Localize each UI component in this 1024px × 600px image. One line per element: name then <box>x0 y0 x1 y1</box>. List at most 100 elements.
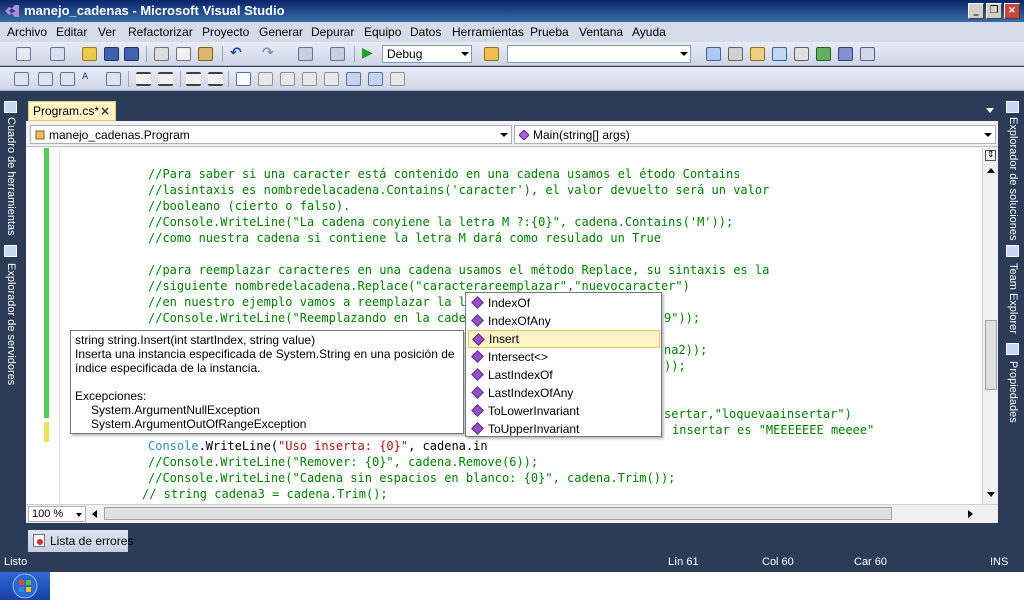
properties-tab[interactable]: Propiedades <box>1007 361 1019 423</box>
menu-editar[interactable]: Editar <box>56 25 87 39</box>
scroll-left-icon[interactable] <box>92 510 97 518</box>
open-folder-icon[interactable] <box>82 47 97 61</box>
chevron-down-icon[interactable] <box>986 108 994 113</box>
copy-icon[interactable] <box>176 47 191 61</box>
close-icon[interactable]: × <box>100 104 110 118</box>
find-combo[interactable] <box>507 45 691 63</box>
save-all-icon[interactable] <box>124 47 139 61</box>
menu-herramientas[interactable]: Herramientas <box>452 25 524 39</box>
error-list-icon <box>33 534 45 547</box>
menu-refactorizar[interactable]: Refactorizar <box>128 25 193 39</box>
tab-program-cs[interactable]: Program.cs* × <box>28 101 116 121</box>
completion-item[interactable]: LastIndexOf <box>468 366 660 384</box>
completion-item[interactable]: ToLowerInvariant <box>468 402 660 420</box>
menu-ventana[interactable]: Ventana <box>579 25 623 39</box>
solution-config-value: Debug <box>387 47 423 61</box>
server-explorer-tab[interactable]: Explorador de servidores <box>5 263 17 385</box>
types-dropdown[interactable]: manejo_cadenas.Program <box>30 125 512 144</box>
error-list-tab[interactable]: Lista de errores <box>28 530 133 552</box>
solution-config-combo[interactable]: Debug <box>382 45 472 63</box>
horizontal-scroll-thumb[interactable] <box>104 507 892 520</box>
menu-proyecto[interactable]: Proyecto <box>202 25 249 39</box>
completion-item[interactable]: LastIndexOfAny <box>468 384 660 402</box>
bookmark-icon[interactable] <box>236 72 251 86</box>
start-debugging-icon[interactable]: ▶ <box>362 45 377 61</box>
menu-generar[interactable]: Generar <box>259 25 303 39</box>
navigate-back-icon[interactable] <box>298 47 313 61</box>
properties-icon[interactable] <box>728 47 743 61</box>
menu-depurar[interactable]: Depurar <box>311 25 354 39</box>
display-object-icon[interactable] <box>14 72 29 86</box>
object-browser-icon[interactable] <box>750 47 765 61</box>
server-explorer-icon[interactable] <box>4 245 17 257</box>
class-view-icon[interactable] <box>838 47 853 61</box>
comment-icon[interactable] <box>186 72 201 86</box>
code-line-active[interactable]: Console.WriteLine("Uso inserta: {0}", ca… <box>148 438 488 454</box>
menu-datos[interactable]: Datos <box>410 25 441 39</box>
prev-bookmark-icon[interactable] <box>258 72 273 86</box>
save-icon[interactable] <box>104 47 119 61</box>
clear-bookmarks-icon[interactable] <box>390 72 405 86</box>
members-dropdown[interactable]: Main(string[] args) <box>514 125 996 144</box>
start-page-icon[interactable] <box>816 47 831 61</box>
command-window-icon[interactable] <box>860 47 875 61</box>
next-bookmark-icon[interactable] <box>280 72 295 86</box>
code-line: //en nuestro ejemplo vamos a reemplazar … <box>148 295 474 309</box>
tools-icon[interactable] <box>794 47 809 61</box>
menu-archivo[interactable]: Archivo <box>7 25 47 39</box>
find-in-files-icon[interactable] <box>484 47 499 61</box>
menu-ver[interactable]: Ver <box>98 25 116 39</box>
prev-bookmark-doc-icon[interactable] <box>346 72 361 86</box>
list-members-icon[interactable] <box>106 72 121 86</box>
add-item-icon[interactable] <box>50 47 65 61</box>
toolbox-icon[interactable] <box>4 101 17 113</box>
solution-explorer-tab[interactable]: Explorador de soluciones <box>1007 117 1019 241</box>
word-completion-icon[interactable]: A <box>82 72 97 86</box>
toolbox-tab[interactable]: Cuadro de herramientas <box>5 117 17 236</box>
completion-item-selected[interactable]: Insert <box>468 330 660 348</box>
solution-explorer-icon[interactable] <box>1006 101 1019 113</box>
prev-bookmark-folder-icon[interactable] <box>302 72 317 86</box>
completion-item[interactable]: IndexOfAny <box>468 312 660 330</box>
start-button[interactable] <box>0 572 50 600</box>
toolbox-icon[interactable] <box>772 47 787 61</box>
exceptions-label: Excepciones: <box>75 389 147 403</box>
completion-item[interactable]: Intersect<> <box>468 348 660 366</box>
close-button[interactable]: × <box>1004 3 1020 19</box>
maximize-button[interactable]: ❐ <box>986 3 1002 19</box>
increase-indent-icon[interactable] <box>158 72 173 86</box>
quick-info-icon[interactable] <box>60 72 75 86</box>
scroll-right-icon[interactable] <box>968 510 973 518</box>
menu-prueba[interactable]: Prueba <box>530 25 569 39</box>
redo-icon[interactable]: ↷ <box>262 45 277 61</box>
decrease-indent-icon[interactable] <box>136 72 151 86</box>
uncomment-icon[interactable] <box>208 72 223 86</box>
scroll-up-icon[interactable] <box>987 168 995 173</box>
scroll-down-icon[interactable] <box>987 492 995 497</box>
new-project-icon[interactable] <box>16 47 31 61</box>
minimize-button[interactable]: _ <box>968 3 984 19</box>
cut-icon[interactable] <box>154 47 169 61</box>
split-handle-icon[interactable]: ⇕ <box>985 150 996 161</box>
properties-icon[interactable] <box>1006 343 1019 355</box>
navigate-forward-icon[interactable] <box>330 47 345 61</box>
completion-list[interactable]: IndexOf IndexOfAny Insert Intersect<> La… <box>465 292 662 437</box>
method-icon <box>472 333 485 346</box>
parameter-info-icon[interactable] <box>38 72 53 86</box>
vertical-scrollbar[interactable]: ⇕ <box>982 148 998 504</box>
team-explorer-tab[interactable]: Team Explorer <box>1007 263 1019 334</box>
method-icon <box>471 314 484 327</box>
paste-icon[interactable] <box>198 47 213 61</box>
scroll-thumb[interactable] <box>985 320 997 390</box>
menu-ayuda[interactable]: Ayuda <box>632 25 666 39</box>
next-bookmark-doc-icon[interactable] <box>368 72 383 86</box>
menu-equipo[interactable]: Equipo <box>364 25 401 39</box>
undo-icon[interactable]: ↶ <box>230 45 245 61</box>
method-icon <box>471 386 484 399</box>
completion-item[interactable]: IndexOf <box>468 294 660 312</box>
solution-explorer-icon[interactable] <box>706 47 721 61</box>
next-bookmark-folder-icon[interactable] <box>324 72 339 86</box>
zoom-combo[interactable]: 100 % <box>28 506 86 522</box>
completion-item[interactable]: ToUpperInvariant <box>468 420 660 438</box>
team-explorer-icon[interactable] <box>1006 245 1019 257</box>
